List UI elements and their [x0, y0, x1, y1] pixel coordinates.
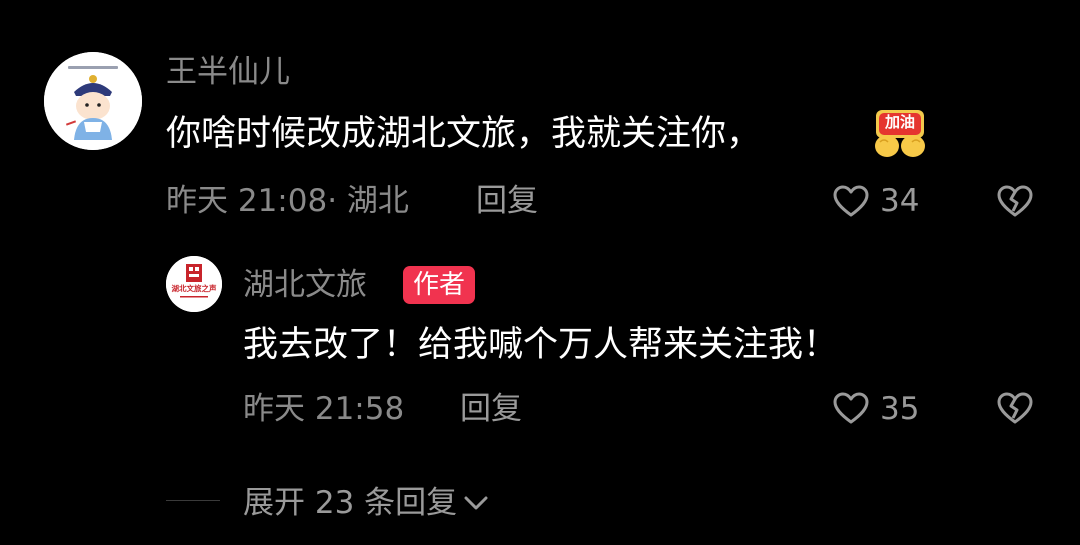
- chevron-down-icon: [464, 496, 488, 510]
- reply-dislike-button[interactable]: [996, 391, 1034, 429]
- reply-like-count: 35: [880, 391, 920, 427]
- comment-time-location: 昨天 21:08· 湖北: [166, 183, 409, 219]
- author-avatar-text: 湖北文旅之声: [171, 284, 217, 293]
- dislike-button[interactable]: [996, 184, 1034, 222]
- comment-text: 你啥时候改成湖北文旅，我就关注你，: [166, 114, 762, 154]
- commenter-username[interactable]: 王半仙儿: [166, 52, 290, 92]
- sticker-label: 加油: [884, 113, 915, 131]
- broken-heart-icon: [997, 392, 1033, 424]
- author-badge: 作者: [403, 266, 476, 304]
- cheer-sticker-icon: 加油: [870, 108, 930, 162]
- heart-outline-icon: [833, 185, 869, 217]
- like-count: 34: [880, 183, 920, 219]
- reply-to-reply-button[interactable]: 回复: [460, 388, 522, 430]
- reply-time: 昨天 21:58: [243, 391, 405, 427]
- expand-replies-label: 展开 23 条回复: [243, 485, 458, 521]
- reply-like-button[interactable]: [832, 391, 870, 429]
- heart-outline-icon: [833, 392, 869, 424]
- reply-text: 我去改了！给我喊个万人帮来关注我！: [243, 325, 839, 365]
- like-button[interactable]: [832, 184, 870, 222]
- expand-replies-button[interactable]: 展开 23 条回复: [243, 482, 489, 524]
- expand-divider: [166, 500, 220, 501]
- reply-button[interactable]: 回复: [476, 180, 538, 222]
- author-avatar[interactable]: 湖北文旅之声: [166, 256, 222, 312]
- commenter-avatar[interactable]: [44, 52, 142, 150]
- cartoon-avatar-icon: [44, 52, 142, 150]
- author-username[interactable]: 湖北文旅: [243, 264, 367, 306]
- broken-heart-icon: [997, 185, 1033, 217]
